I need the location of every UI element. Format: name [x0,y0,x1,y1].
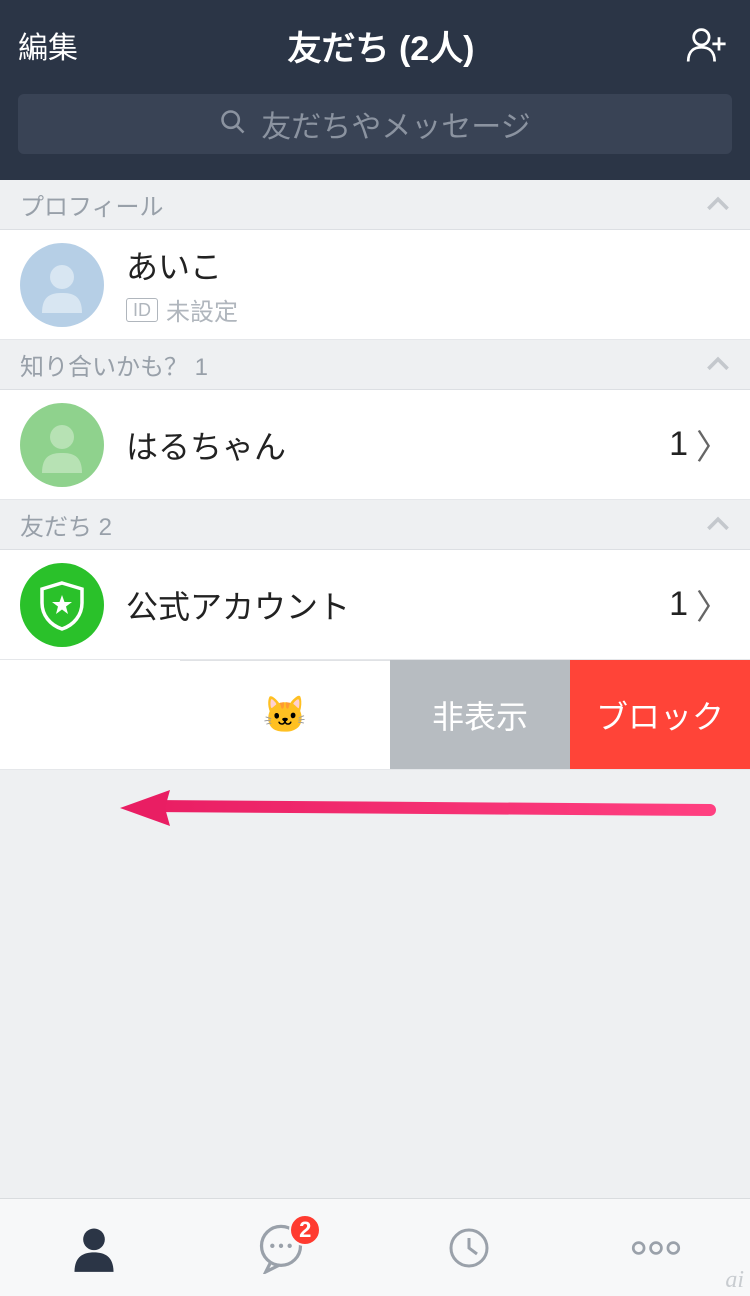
chevron-right-icon: 〉 [696,580,730,629]
tab-timeline[interactable] [439,1218,499,1278]
profile-row[interactable]: あいこ ID 未設定 [0,230,750,340]
profile-id-row: ID 未設定 [126,292,730,327]
tab-friends[interactable] [64,1218,124,1278]
official-account-row[interactable]: 公式アカウント 1 〉 [0,550,750,660]
page-title: 友だち (2人) [288,21,475,70]
section-header-suggestions[interactable]: 知り合いかも？ 1 [0,340,750,390]
id-status: 未設定 [166,292,238,327]
section-header-label: 知り合いかも？ 1 [20,347,208,382]
search-placeholder: 友だちやメッセージ [261,102,530,146]
chevron-up-icon [706,191,730,219]
section-header-friends[interactable]: 友だち 2 [0,500,750,550]
profile-name: あいこ [126,242,730,288]
annotation-arrow [0,788,750,833]
edit-button[interactable]: 編集 [18,23,78,67]
tab-chats[interactable]: 2 [251,1218,311,1278]
swiped-friend-emoji[interactable]: 🐱 [180,660,390,769]
section-header-profile[interactable]: プロフィール [0,180,750,230]
avatar [20,243,104,327]
tab-more[interactable] [626,1218,686,1278]
profile-body: あいこ ID 未設定 [126,242,730,327]
suggestion-name: はるちゃん [126,422,669,468]
header-bar: 編集 友だち (2人) 友だちやメッセージ [0,0,750,180]
id-badge: ID [126,298,158,322]
count-value: 1 [669,425,688,464]
suggestion-row[interactable]: はるちゃん 1 〉 [0,390,750,500]
chevron-right-icon: 〉 [696,420,730,469]
official-body: 公式アカウント [126,582,669,628]
chat-badge: 2 [289,1214,321,1246]
search-input[interactable]: 友だちやメッセージ [18,94,732,154]
block-button[interactable]: ブロック [570,660,750,769]
swipe-actions-row: 🐱 非表示 ブロック [0,660,750,770]
avatar [20,403,104,487]
header-top: 編集 友だち (2人) [18,0,732,90]
search-icon [219,108,247,141]
section-header-label: プロフィール [20,187,164,222]
suggestion-count: 1 〉 [669,420,730,469]
suggestion-body: はるちゃん [126,422,669,468]
tab-bar: 2 [0,1198,750,1296]
official-count: 1 〉 [669,580,730,629]
watermark: ai [725,1267,744,1294]
chevron-up-icon [706,351,730,379]
hide-button[interactable]: 非表示 [390,660,570,769]
cat-emoji-icon: 🐱 [263,694,308,736]
official-name: 公式アカウント [126,582,669,628]
add-friend-icon[interactable] [684,25,732,65]
shield-star-icon [20,563,104,647]
chevron-up-icon [706,511,730,539]
count-value: 1 [669,585,688,624]
section-header-label: 友だち 2 [20,507,112,542]
